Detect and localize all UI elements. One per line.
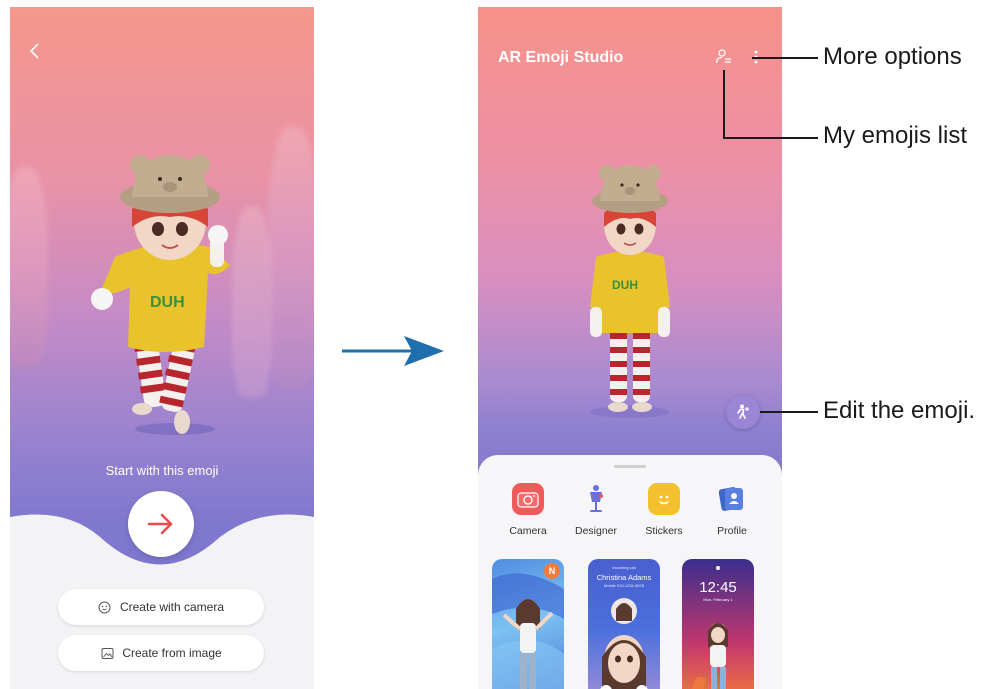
my-emojis-list-leader-vertical bbox=[723, 70, 725, 138]
lock-screen-thumbnail[interactable]: 12:45 Mon, February 1 bbox=[682, 559, 754, 689]
mannequin-icon bbox=[580, 483, 612, 515]
tool-camera[interactable]: Camera bbox=[496, 483, 560, 537]
ar-emoji-studio-screen: AR Emoji Studio DUH Camera Designer Stic… bbox=[478, 7, 782, 689]
arrow-right-icon bbox=[147, 513, 173, 535]
new-badge: N bbox=[544, 563, 560, 579]
tool-label: Stickers bbox=[645, 525, 683, 537]
camera-icon bbox=[512, 483, 544, 515]
bottom-wave-sheet bbox=[10, 514, 314, 689]
tool-designer[interactable]: Designer bbox=[564, 483, 628, 537]
create-with-camera-label: Create with camera bbox=[119, 600, 225, 614]
profile-card-icon bbox=[716, 483, 748, 515]
manual-illustration: DUH Start with this emoji Create with ca… bbox=[0, 0, 1007, 689]
my-emojis-list-button[interactable] bbox=[714, 47, 734, 67]
create-from-image-button[interactable]: Create from image bbox=[58, 635, 264, 671]
my-emojis-list-callout: My emojis list bbox=[823, 122, 968, 149]
sticker-icon bbox=[648, 483, 680, 515]
person-list-icon bbox=[715, 49, 731, 64]
sheet-handle[interactable] bbox=[614, 465, 646, 468]
edit-person-icon bbox=[737, 404, 749, 419]
svg-text:DUH: DUH bbox=[612, 278, 638, 292]
app-title: AR Emoji Studio bbox=[498, 49, 624, 66]
start-button[interactable] bbox=[128, 491, 194, 557]
edit-emoji-callout: Edit the emoji. bbox=[823, 397, 976, 424]
face-icon bbox=[98, 600, 112, 614]
more-options-callout: More options bbox=[823, 43, 962, 70]
tool-label: Profile bbox=[717, 525, 747, 537]
tool-profile[interactable]: Profile bbox=[700, 483, 764, 537]
tool-label: Designer bbox=[574, 525, 618, 537]
emoji-start-screen: DUH Start with this emoji Create with ca… bbox=[10, 7, 314, 689]
emoji-avatar-standing: DUH bbox=[590, 165, 670, 418]
emoji-card-thumbnail[interactable]: N bbox=[492, 559, 564, 689]
tools-sheet: Camera Designer Stickers Profile N Incom… bbox=[478, 455, 782, 689]
tool-label: Camera bbox=[509, 525, 547, 537]
call-screen-thumbnail[interactable]: Incoming call Christina Adams Mobile 010… bbox=[588, 559, 660, 689]
create-with-camera-button[interactable]: Create with camera bbox=[58, 589, 264, 625]
create-from-image-label: Create from image bbox=[122, 646, 222, 660]
tool-stickers[interactable]: Stickers bbox=[632, 483, 696, 537]
more-options-leader-line bbox=[752, 57, 818, 59]
my-emojis-list-leader-horizontal bbox=[723, 137, 818, 139]
transition-arrow-icon bbox=[342, 336, 444, 366]
edit-emoji-leader-line bbox=[760, 411, 818, 413]
image-icon bbox=[100, 646, 114, 660]
edit-emoji-button[interactable] bbox=[726, 395, 760, 429]
